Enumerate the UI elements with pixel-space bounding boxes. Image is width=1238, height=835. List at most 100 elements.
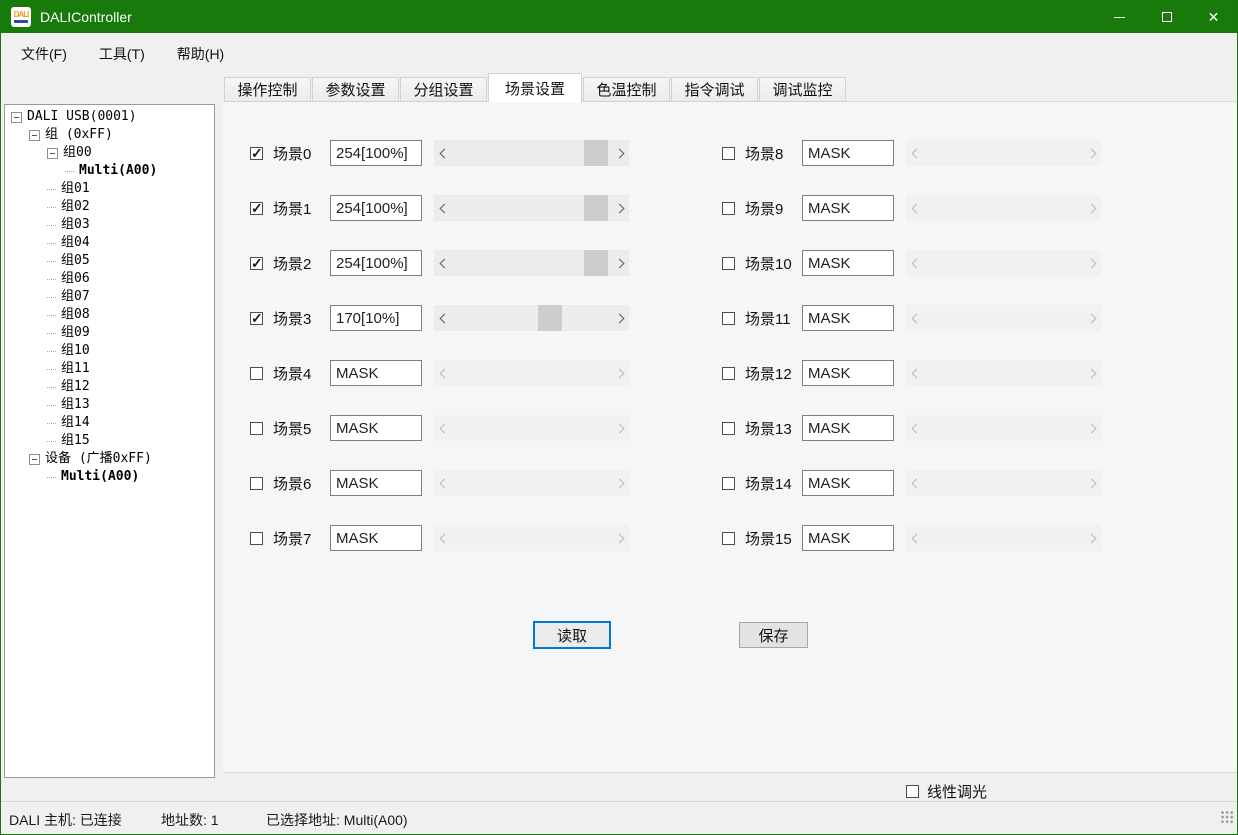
- tree-item-multi-a00[interactable]: Multi(A00): [5, 162, 214, 180]
- scene-checkbox[interactable]: [722, 532, 735, 545]
- tree-item-device-broadcast[interactable]: 设备 (广播0xFF): [5, 450, 214, 468]
- scene-scrollbar[interactable]: [434, 195, 629, 221]
- scene-checkbox[interactable]: [722, 312, 735, 325]
- tree-item-group15[interactable]: 组15: [5, 432, 214, 450]
- scene-checkbox[interactable]: [250, 312, 263, 325]
- tree-item-dali-usb[interactable]: DALI USB(0001): [5, 108, 214, 126]
- scroll-right-arrow-icon[interactable]: [1084, 195, 1101, 221]
- scene-scrollbar[interactable]: [434, 360, 629, 386]
- scene-checkbox[interactable]: [250, 147, 263, 160]
- scroll-left-arrow-icon[interactable]: [434, 140, 451, 166]
- tree-item-group01[interactable]: 组01: [5, 180, 214, 198]
- tree-item-group13[interactable]: 组13: [5, 396, 214, 414]
- scene-scrollbar[interactable]: [906, 470, 1101, 496]
- scene-value-input[interactable]: [802, 525, 894, 551]
- scene-scrollbar[interactable]: [906, 525, 1101, 551]
- close-button[interactable]: ✕: [1190, 1, 1237, 33]
- tree-item-multi-a00-device[interactable]: Multi(A00): [5, 468, 214, 486]
- scene-checkbox[interactable]: [722, 367, 735, 380]
- tab-command-debug[interactable]: 指令调试: [671, 77, 758, 102]
- tree-item-group04[interactable]: 组04: [5, 234, 214, 252]
- scene-value-input[interactable]: [330, 415, 422, 441]
- scene-checkbox[interactable]: [722, 422, 735, 435]
- tab-grouping-settings[interactable]: 分组设置: [400, 77, 487, 102]
- scroll-right-arrow-icon[interactable]: [1084, 250, 1101, 276]
- save-button[interactable]: 保存: [739, 622, 808, 648]
- scene-scrollbar[interactable]: [434, 305, 629, 331]
- scroll-left-arrow-icon[interactable]: [906, 470, 923, 496]
- tree-item-group08[interactable]: 组08: [5, 306, 214, 324]
- scene-value-input[interactable]: [802, 415, 894, 441]
- scroll-right-arrow-icon[interactable]: [612, 525, 629, 551]
- scroll-thumb[interactable]: [584, 250, 608, 276]
- scroll-left-arrow-icon[interactable]: [434, 415, 451, 441]
- scroll-left-arrow-icon[interactable]: [906, 305, 923, 331]
- tree-item-group-root[interactable]: 组 (0xFF): [5, 126, 214, 144]
- scroll-right-arrow-icon[interactable]: [1084, 140, 1101, 166]
- scene-checkbox[interactable]: [250, 477, 263, 490]
- scene-scrollbar[interactable]: [434, 140, 629, 166]
- scene-value-input[interactable]: [330, 195, 422, 221]
- scroll-thumb[interactable]: [584, 140, 608, 166]
- tree-item-group06[interactable]: 组06: [5, 270, 214, 288]
- scroll-left-arrow-icon[interactable]: [434, 470, 451, 496]
- tree-item-group00[interactable]: 组00: [5, 144, 214, 162]
- scene-checkbox[interactable]: [250, 532, 263, 545]
- scene-checkbox[interactable]: [250, 202, 263, 215]
- scene-value-input[interactable]: [802, 250, 894, 276]
- scene-checkbox[interactable]: [722, 202, 735, 215]
- scroll-right-arrow-icon[interactable]: [612, 140, 629, 166]
- scroll-right-arrow-icon[interactable]: [612, 250, 629, 276]
- scroll-left-arrow-icon[interactable]: [906, 195, 923, 221]
- scene-value-input[interactable]: [330, 250, 422, 276]
- scene-value-input[interactable]: [802, 140, 894, 166]
- scene-scrollbar[interactable]: [434, 470, 629, 496]
- scroll-right-arrow-icon[interactable]: [612, 360, 629, 386]
- scene-checkbox[interactable]: [722, 477, 735, 490]
- scene-checkbox[interactable]: [250, 367, 263, 380]
- scene-value-input[interactable]: [802, 360, 894, 386]
- scene-scrollbar[interactable]: [906, 140, 1101, 166]
- tree-item-group05[interactable]: 组05: [5, 252, 214, 270]
- scene-scrollbar[interactable]: [906, 360, 1101, 386]
- tab-operation-control[interactable]: 操作控制: [224, 77, 311, 102]
- scene-value-input[interactable]: [802, 195, 894, 221]
- scroll-left-arrow-icon[interactable]: [434, 195, 451, 221]
- read-button[interactable]: 读取: [533, 621, 611, 649]
- scene-value-input[interactable]: [330, 360, 422, 386]
- scroll-right-arrow-icon[interactable]: [1084, 415, 1101, 441]
- scroll-right-arrow-icon[interactable]: [612, 305, 629, 331]
- collapse-icon[interactable]: [47, 148, 58, 159]
- scroll-left-arrow-icon[interactable]: [906, 140, 923, 166]
- scene-scrollbar[interactable]: [906, 195, 1101, 221]
- scene-scrollbar[interactable]: [434, 415, 629, 441]
- scroll-left-arrow-icon[interactable]: [434, 360, 451, 386]
- scroll-left-arrow-icon[interactable]: [906, 525, 923, 551]
- scene-scrollbar[interactable]: [906, 415, 1101, 441]
- scroll-thumb[interactable]: [538, 305, 562, 331]
- scene-scrollbar[interactable]: [906, 305, 1101, 331]
- scene-checkbox[interactable]: [722, 147, 735, 160]
- tree-item-group03[interactable]: 组03: [5, 216, 214, 234]
- collapse-icon[interactable]: [11, 112, 22, 123]
- tab-scene-settings[interactable]: 场景设置: [488, 73, 582, 102]
- maximize-button[interactable]: [1143, 1, 1190, 33]
- scroll-right-arrow-icon[interactable]: [612, 195, 629, 221]
- tab-parameter-settings[interactable]: 参数设置: [312, 77, 399, 102]
- tab-color-temp-control[interactable]: 色温控制: [583, 77, 670, 102]
- scroll-right-arrow-icon[interactable]: [1084, 360, 1101, 386]
- tree-item-group07[interactable]: 组07: [5, 288, 214, 306]
- tab-debug-monitor[interactable]: 调试监控: [759, 77, 846, 102]
- tree-item-group02[interactable]: 组02: [5, 198, 214, 216]
- scene-checkbox[interactable]: [250, 257, 263, 270]
- scene-value-input[interactable]: [330, 470, 422, 496]
- scroll-right-arrow-icon[interactable]: [612, 415, 629, 441]
- scroll-right-arrow-icon[interactable]: [612, 470, 629, 496]
- linear-dimming-checkbox[interactable]: [906, 785, 919, 798]
- scene-value-input[interactable]: [802, 305, 894, 331]
- scroll-left-arrow-icon[interactable]: [434, 525, 451, 551]
- tree-item-group09[interactable]: 组09: [5, 324, 214, 342]
- scene-checkbox[interactable]: [250, 422, 263, 435]
- tree-item-group12[interactable]: 组12: [5, 378, 214, 396]
- scene-value-input[interactable]: [330, 140, 422, 166]
